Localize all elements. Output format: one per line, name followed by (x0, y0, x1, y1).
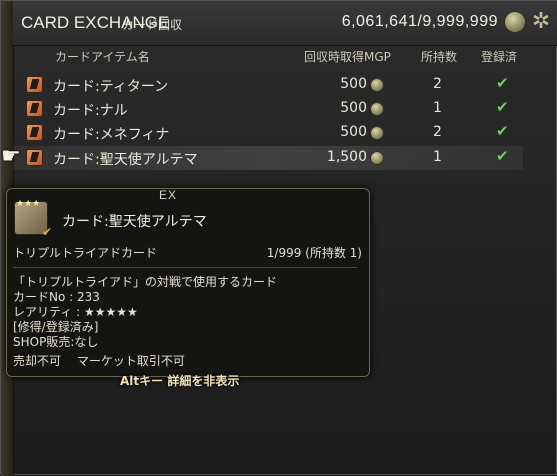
card-item-icon (26, 124, 43, 141)
card-owned: 2 (433, 76, 442, 92)
mgp-coin-icon (504, 11, 526, 33)
check-icon: ✔ (496, 98, 509, 116)
tooltip-ex-tag: EX (159, 188, 178, 202)
list-item[interactable]: カード:メネフィナ 500 2 ✔ (13, 121, 523, 145)
tooltip-item-count: 1/999 (所持数 1) (266, 246, 362, 260)
card-mgp: 500 (340, 124, 367, 140)
check-icon: ✔ (496, 122, 509, 140)
card-owned: 1 (433, 149, 442, 165)
item-tooltip: EX ★★★ ✔ カード:聖天使アルテマ トリプルトライアドカード 1/999 … (6, 188, 370, 377)
card-mgp: 500 (340, 100, 367, 116)
card-mgp: 1,500 (326, 149, 367, 165)
card-name: カード:ナル (53, 103, 128, 119)
mgp-coin-icon (370, 126, 384, 140)
tooltip-item-type: トリプルトライアドカード (13, 246, 158, 260)
pointing-hand-icon: ☛ (1, 144, 21, 169)
list-item-selected[interactable]: カード:聖天使アルテマ 1,500 1 ✔ (13, 146, 523, 170)
gear-icon[interactable]: ✲ (530, 11, 552, 33)
tooltip-shop: SHOP販売:なし (13, 335, 99, 349)
mgp-coin-icon (370, 78, 384, 92)
mgp-total: 6,061,641/9,999,999 (341, 13, 498, 30)
card-owned: 1 (433, 100, 442, 116)
mgp-coin-icon (370, 151, 384, 165)
column-header-name[interactable]: カードアイテム名 (55, 48, 150, 65)
mgp-coin-icon (370, 102, 384, 116)
title-bar: CARD EXCHANGE カード回収 6,061,641/9,999,999 … (13, 1, 557, 46)
card-name: カード:メネフィナ (53, 127, 170, 143)
card-name: カード:ティターン (53, 79, 169, 95)
card-item-icon (26, 76, 43, 93)
check-icon: ✔ (496, 74, 509, 92)
card-mgp: 500 (340, 76, 367, 92)
card-owned: 2 (433, 124, 442, 140)
card-exchange-window: CARD EXCHANGE カード回収 6,061,641/9,999,999 … (0, 0, 557, 476)
tooltip-footer-hint: Altキー 詳細を非表示 (120, 374, 240, 388)
column-header: カードアイテム名 回収時取得MGP 所持数 登録済 (13, 45, 543, 65)
check-icon: ✔ (41, 225, 52, 239)
column-header-owned[interactable]: 所持数 (421, 48, 457, 65)
tooltip-trade-restrictions: 売却不可 マーケット取引不可 (13, 354, 185, 368)
card-item-icon (26, 100, 43, 117)
list-item[interactable]: カード:ナル 500 1 ✔ (13, 97, 523, 121)
window-subtitle: カード回収 (122, 18, 183, 32)
card-item-icon (26, 149, 43, 166)
card-name: カード:聖天使アルテマ (53, 152, 198, 168)
tooltip-item-name: カード:聖天使アルテマ (62, 214, 207, 230)
list-item[interactable]: カード:ティターン 500 2 ✔ (13, 73, 523, 97)
star-icon: ★★★ (16, 199, 41, 209)
column-header-registered[interactable]: 登録済 (481, 48, 517, 65)
card-large-icon: ★★★ ✔ (14, 199, 52, 239)
column-header-mgp[interactable]: 回収時取得MGP (304, 48, 391, 65)
divider (13, 267, 357, 268)
check-icon: ✔ (496, 147, 509, 165)
